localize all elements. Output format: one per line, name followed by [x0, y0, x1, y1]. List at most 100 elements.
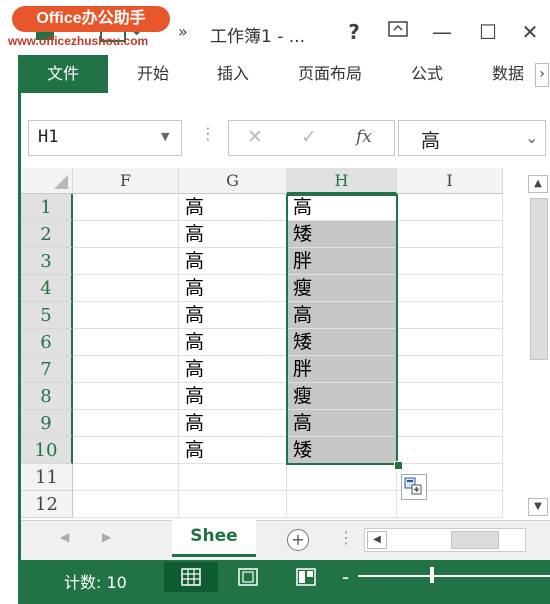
cancel-icon[interactable]: ✕ — [247, 126, 263, 148]
cell-h7[interactable]: 胖 — [287, 356, 397, 383]
row-header-4[interactable]: 4 — [21, 275, 73, 302]
name-box-dropdown-icon[interactable]: ▼ — [161, 130, 169, 143]
insert-function-icon[interactable]: fx — [356, 127, 372, 147]
row-header-5[interactable]: 5 — [21, 302, 73, 329]
page-break-view-button[interactable] — [286, 562, 326, 592]
cell-f8[interactable] — [73, 383, 179, 410]
ribbon-scroll-right-button[interactable]: › — [535, 63, 549, 87]
tab-file[interactable]: 文件 — [18, 55, 108, 93]
cell-i8[interactable] — [397, 383, 503, 410]
cell-g3[interactable]: 高 — [179, 248, 287, 275]
page-layout-view-button[interactable] — [228, 562, 268, 592]
cell-f6[interactable] — [73, 329, 179, 356]
sheet-tab-active[interactable]: Shee — [172, 520, 256, 557]
column-header-f[interactable]: F — [73, 168, 179, 194]
cell-g11[interactable] — [179, 464, 287, 491]
cell-g9[interactable]: 高 — [179, 410, 287, 437]
cell-f5[interactable] — [73, 302, 179, 329]
cell-h11[interactable] — [287, 464, 397, 491]
cell-h8[interactable]: 瘦 — [287, 383, 397, 410]
minimize-button[interactable]: — — [428, 18, 456, 46]
scroll-up-icon[interactable]: ▲ — [528, 175, 548, 193]
cell-i3[interactable] — [397, 248, 503, 275]
cell-i1[interactable] — [397, 194, 503, 221]
cell-i10[interactable] — [397, 437, 503, 464]
enter-icon[interactable]: ✓ — [301, 126, 317, 148]
cell-f2[interactable] — [73, 221, 179, 248]
row-header-7[interactable]: 7 — [21, 356, 73, 383]
column-header-g[interactable]: G — [179, 168, 287, 194]
cell-g8[interactable]: 高 — [179, 383, 287, 410]
ribbon-display-button[interactable] — [384, 18, 412, 46]
cell-i2[interactable] — [397, 221, 503, 248]
cell-i9[interactable] — [397, 410, 503, 437]
cell-f9[interactable] — [73, 410, 179, 437]
cell-i5[interactable] — [397, 302, 503, 329]
cell-h1[interactable]: 高 — [287, 194, 397, 221]
row-header-6[interactable]: 6 — [21, 329, 73, 356]
cell-f4[interactable] — [73, 275, 179, 302]
horizontal-scrollbar[interactable]: ◀ — [364, 528, 526, 552]
cell-i6[interactable] — [397, 329, 503, 356]
formula-bar-splitter-icon[interactable]: ⋮ — [200, 124, 216, 143]
column-header-i[interactable]: I — [397, 168, 503, 194]
add-sheet-icon[interactable]: + — [287, 529, 309, 551]
tab-home[interactable]: 开始 — [128, 55, 178, 93]
cell-g1[interactable]: 高 — [179, 194, 287, 221]
worksheet-grid[interactable]: F G H I 1 高高 2 高矮 3 高胖 4 高瘦 5 高高 6 高矮 7 高胖 8 高瘦 9 高高 10 高矮 1… — [21, 168, 526, 523]
more-quick-access-icon[interactable]: » — [178, 22, 188, 41]
row-header-12[interactable]: 12 — [21, 491, 73, 518]
formula-input[interactable]: 高 ⌄ — [398, 120, 546, 156]
horizontal-scroll-thumb[interactable] — [451, 531, 499, 549]
cell-h2[interactable]: 矮 — [287, 221, 397, 248]
row-header-8[interactable]: 8 — [21, 383, 73, 410]
row-header-9[interactable]: 9 — [21, 410, 73, 437]
close-button[interactable]: ✕ — [516, 18, 544, 46]
tab-insert[interactable]: 插入 — [206, 55, 260, 93]
paste-options-button[interactable] — [401, 474, 427, 500]
cell-g6[interactable]: 高 — [179, 329, 287, 356]
fill-handle[interactable] — [394, 461, 403, 470]
cell-i4[interactable] — [397, 275, 503, 302]
vertical-scroll-thumb[interactable] — [530, 198, 548, 360]
cell-g2[interactable]: 高 — [179, 221, 287, 248]
column-header-h[interactable]: H — [287, 168, 397, 194]
cell-h12[interactable] — [287, 491, 397, 518]
row-header-1[interactable]: 1 — [21, 194, 73, 221]
tab-splitter-icon[interactable]: ⋮ — [338, 528, 354, 547]
maximize-button[interactable]: ☐ — [474, 18, 502, 46]
cell-h4[interactable]: 瘦 — [287, 275, 397, 302]
cell-h6[interactable]: 矮 — [287, 329, 397, 356]
cell-g5[interactable]: 高 — [179, 302, 287, 329]
scroll-left-icon[interactable]: ◀ — [367, 531, 387, 549]
expand-formula-bar-icon[interactable]: ⌄ — [525, 128, 538, 147]
cell-h10[interactable]: 矮 — [287, 437, 397, 464]
cell-i7[interactable] — [397, 356, 503, 383]
cell-g12[interactable] — [179, 491, 287, 518]
cell-f12[interactable] — [73, 491, 179, 518]
zoom-slider[interactable] — [358, 575, 550, 577]
cell-f11[interactable] — [73, 464, 179, 491]
normal-view-button[interactable] — [164, 562, 218, 592]
row-header-11[interactable]: 11 — [21, 464, 73, 491]
sheet-scroll-left-icon[interactable]: ◀ — [60, 530, 69, 544]
vertical-scrollbar[interactable]: ▲ ▼ — [526, 170, 550, 520]
cell-h5[interactable]: 高 — [287, 302, 397, 329]
scroll-down-icon[interactable]: ▼ — [528, 498, 548, 516]
cell-g4[interactable]: 高 — [179, 275, 287, 302]
cell-g7[interactable]: 高 — [179, 356, 287, 383]
tab-formulas[interactable]: 公式 — [402, 55, 452, 93]
row-header-3[interactable]: 3 — [21, 248, 73, 275]
zoom-slider-thumb[interactable] — [430, 567, 434, 583]
tab-data[interactable]: 数据 — [484, 55, 532, 93]
row-header-2[interactable]: 2 — [21, 221, 73, 248]
cell-g10[interactable]: 高 — [179, 437, 287, 464]
cell-h3[interactable]: 胖 — [287, 248, 397, 275]
zoom-out-icon[interactable]: - — [342, 565, 349, 589]
cell-f10[interactable] — [73, 437, 179, 464]
cell-h9[interactable]: 高 — [287, 410, 397, 437]
name-box[interactable]: H1 ▼ — [28, 120, 182, 156]
sheet-scroll-right-icon[interactable]: ▶ — [102, 530, 111, 544]
cell-f1[interactable] — [73, 194, 179, 221]
cell-f7[interactable] — [73, 356, 179, 383]
